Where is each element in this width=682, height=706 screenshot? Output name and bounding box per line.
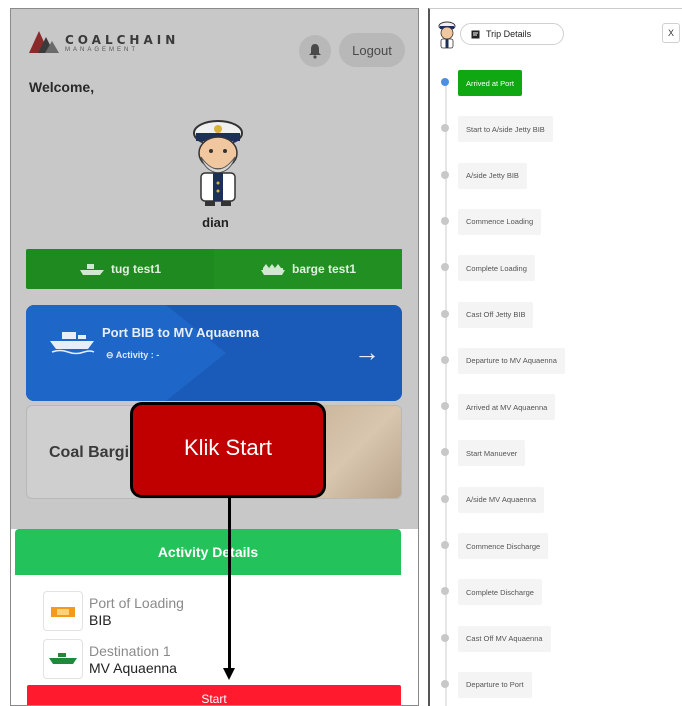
notification-button[interactable]: [299, 35, 331, 67]
barging-label: Coal Bargin: [49, 444, 139, 461]
timeline-step-label: Departure to Port: [458, 671, 532, 698]
timeline-dot-icon: [441, 216, 449, 225]
destination-row: Destination 1 MV Aquaenna: [43, 639, 177, 679]
timeline-step-label: Arrived at MV Aquaenna: [458, 394, 556, 421]
trip-details-screen: Trip Details X Arrived at Port Start to A…: [428, 8, 682, 706]
timeline-step[interactable]: Complete Discharge: [430, 579, 682, 606]
logout-button[interactable]: Logout: [339, 33, 405, 67]
timeline-dot-icon: [441, 124, 449, 133]
timeline-dot-icon: [441, 494, 449, 503]
timeline-dot-icon: [441, 587, 449, 596]
timeline-dot-icon: [441, 448, 449, 457]
port-of-loading-label: Port of Loading: [89, 594, 184, 611]
timeline-step[interactable]: Start to A/side Jetty BIB: [430, 116, 682, 143]
timeline-step-label: Complete Discharge: [458, 579, 542, 606]
home-screen: COALCHAIN MANAGEMENT Logout Welcome, dia…: [10, 8, 419, 706]
timeline-step-label: Start to A/side Jetty BIB: [458, 116, 553, 143]
route-activity: ⊖ Activity : -: [106, 350, 160, 360]
port-icon: [43, 591, 83, 631]
callout-arrow-head: [223, 668, 235, 680]
port-of-loading-value: BIB: [89, 611, 112, 628]
bell-icon: [309, 44, 321, 59]
timeline-step[interactable]: Commence Discharge: [430, 533, 682, 559]
captain-avatar: [193, 120, 243, 206]
timeline-step-label: Complete Loading: [458, 255, 535, 282]
timeline-dot-icon: [441, 633, 449, 642]
timeline-dot-icon: [441, 355, 449, 364]
timeline-step[interactable]: Cast Off MV Aquaenna: [430, 625, 682, 652]
timeline-dot-icon: [441, 170, 449, 179]
barge-button[interactable]: barge test1: [214, 249, 402, 289]
destination-value: MV Aquaenna: [89, 659, 177, 676]
welcome-text: Welcome,: [29, 79, 95, 95]
timeline-dot-icon: [441, 263, 449, 272]
timeline-step[interactable]: Departure to MV Aquaenna: [430, 347, 682, 374]
logo-mark-icon: [29, 31, 59, 55]
barge-icon: [260, 264, 285, 275]
route-card[interactable]: Port BIB to MV Aquaenna ⊖ Activity : - →: [26, 305, 402, 401]
barge-label: barge test1: [291, 262, 357, 276]
ship-icon: [50, 332, 95, 355]
timeline-step-label: Cast Off MV Aquaenna: [458, 625, 551, 652]
timeline-step[interactable]: Arrived at Port: [430, 70, 682, 96]
canvas: COALCHAIN MANAGEMENT Logout Welcome, dia…: [0, 0, 682, 706]
route-title: Port BIB to MV Aquaenna: [102, 325, 259, 340]
timeline-step-label: Commence Discharge: [458, 533, 549, 559]
start-button[interactable]: Start: [27, 685, 401, 705]
timeline-step[interactable]: A/side Jetty BIB: [430, 162, 682, 189]
timeline-dot-icon: [441, 679, 449, 688]
vessel-icon: [43, 639, 83, 679]
arrow-right-icon[interactable]: →: [354, 337, 380, 368]
timeline-step[interactable]: Commence Loading: [430, 208, 682, 235]
trip-details-button[interactable]: Trip Details: [460, 23, 564, 45]
captain-avatar-small: [438, 21, 456, 49]
timeline-step-label: Start Manuever: [458, 440, 526, 467]
timeline-step[interactable]: Departure to Port: [430, 671, 682, 698]
tug-label: tug test1: [110, 262, 161, 276]
timeline-dot-icon: [441, 78, 449, 86]
timeline-dot-icon: [441, 402, 449, 411]
timeline-step-label: Departure to MV Aquaenna: [458, 347, 565, 374]
timeline-step-label: Cast Off Jetty BIB: [458, 301, 534, 328]
note-icon: [471, 30, 480, 38]
timeline-step-label: A/side MV Aquaenna: [458, 486, 545, 513]
vessel-bar: tug test1 barge test1: [26, 249, 402, 289]
timeline-step[interactable]: Cast Off Jetty BIB: [430, 301, 682, 328]
callout-box: Klik Start: [130, 402, 326, 498]
username: dian: [202, 215, 229, 230]
timeline-step[interactable]: A/side MV Aquaenna: [430, 486, 682, 513]
timeline-step-label: Arrived at Port: [458, 70, 522, 96]
timeline-step[interactable]: Complete Loading: [430, 255, 682, 282]
timeline-step-label: Commence Loading: [458, 208, 542, 235]
port-of-loading-row: Port of Loading BIB: [43, 591, 184, 631]
activity-details-header: Activity Details: [15, 529, 401, 575]
timeline-dot-icon: [441, 309, 449, 318]
logo-line-2: MANAGEMENT: [65, 47, 139, 53]
timeline-step-label: A/side Jetty BIB: [458, 162, 527, 189]
tug-icon: [79, 264, 104, 275]
close-button[interactable]: X: [662, 23, 680, 43]
callout-arrow-line: [228, 498, 231, 670]
activity-details-panel: Activity Details Port of Loading BIB Des…: [11, 529, 418, 705]
timeline-step[interactable]: Start Manuever: [430, 440, 682, 467]
timeline-step[interactable]: Arrived at MV Aquaenna: [430, 394, 682, 421]
destination-label: Destination 1: [89, 642, 171, 659]
timeline-dot-icon: [441, 541, 449, 549]
tug-button[interactable]: tug test1: [26, 249, 214, 289]
logo-line-1: COALCHAIN: [65, 33, 180, 47]
trip-details-label: Trip Details: [486, 29, 532, 39]
company-logo: COALCHAIN MANAGEMENT: [29, 31, 179, 55]
logo-text: COALCHAIN MANAGEMENT: [65, 33, 179, 53]
